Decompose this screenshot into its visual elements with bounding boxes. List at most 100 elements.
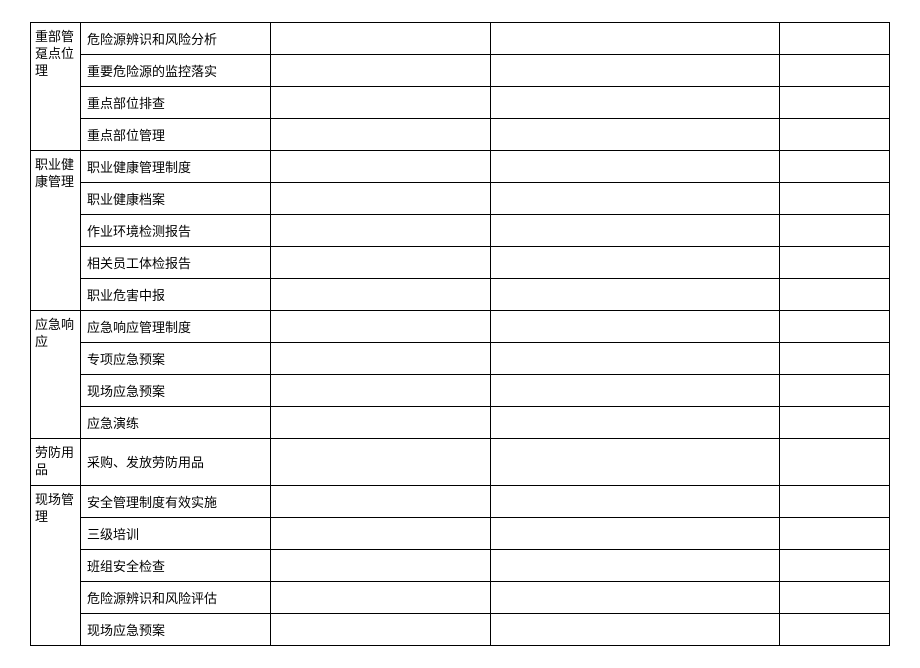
empty-cell (491, 439, 780, 486)
table-row: 重部管趸点位理危险源辨识和风险分析 (31, 23, 890, 55)
empty-cell (780, 119, 890, 151)
item-label: 现场应急预案 (81, 375, 271, 407)
empty-cell (780, 151, 890, 183)
empty-cell (780, 439, 890, 486)
empty-cell (271, 343, 491, 375)
empty-cell (271, 23, 491, 55)
table-row: 职业健康档案 (31, 183, 890, 215)
empty-cell (271, 581, 491, 613)
table-row: 作业环境检测报告 (31, 215, 890, 247)
empty-cell (491, 87, 780, 119)
empty-cell (491, 517, 780, 549)
table-row: 职业危害中报 (31, 279, 890, 311)
item-label: 重要危险源的监控落实 (81, 55, 271, 87)
empty-cell (271, 247, 491, 279)
item-label: 重点部位管理 (81, 119, 271, 151)
empty-cell (491, 613, 780, 645)
empty-cell (491, 407, 780, 439)
empty-cell (491, 279, 780, 311)
empty-cell (271, 215, 491, 247)
item-label: 现场应急预案 (81, 613, 271, 645)
assessment-table: 重部管趸点位理危险源辨识和风险分析重要危险源的监控落实重点部位排查重点部位管理职… (30, 22, 890, 646)
empty-cell (780, 55, 890, 87)
empty-cell (491, 581, 780, 613)
empty-cell (780, 215, 890, 247)
empty-cell (780, 87, 890, 119)
empty-cell (271, 151, 491, 183)
empty-cell (780, 183, 890, 215)
item-label: 三级培训 (81, 517, 271, 549)
empty-cell (780, 23, 890, 55)
empty-cell (780, 485, 890, 517)
empty-cell (271, 407, 491, 439)
empty-cell (271, 517, 491, 549)
item-label: 职业健康管理制度 (81, 151, 271, 183)
empty-cell (491, 55, 780, 87)
empty-cell (491, 247, 780, 279)
table-row: 重点部位管理 (31, 119, 890, 151)
empty-cell (271, 485, 491, 517)
table-row: 劳防用品采购、发放劳防用品 (31, 439, 890, 486)
group-label: 劳防用品 (31, 439, 81, 486)
item-label: 应急演练 (81, 407, 271, 439)
table-row: 应急演练 (31, 407, 890, 439)
empty-cell (780, 247, 890, 279)
item-label: 采购、发放劳防用品 (81, 439, 271, 486)
empty-cell (491, 215, 780, 247)
item-label: 班组安全检查 (81, 549, 271, 581)
empty-cell (780, 407, 890, 439)
table-row: 应急响应应急响应管理制度 (31, 311, 890, 343)
item-label: 危险源辨识和风险评估 (81, 581, 271, 613)
empty-cell (491, 311, 780, 343)
table-row: 三级培训 (31, 517, 890, 549)
item-label: 危险源辨识和风险分析 (81, 23, 271, 55)
empty-cell (780, 613, 890, 645)
empty-cell (271, 549, 491, 581)
item-label: 应急响应管理制度 (81, 311, 271, 343)
empty-cell (271, 55, 491, 87)
item-label: 重点部位排查 (81, 87, 271, 119)
table-row: 重点部位排查 (31, 87, 890, 119)
empty-cell (780, 581, 890, 613)
group-label: 重部管趸点位理 (31, 23, 81, 151)
empty-cell (491, 343, 780, 375)
empty-cell (491, 375, 780, 407)
empty-cell (271, 87, 491, 119)
empty-cell (271, 183, 491, 215)
empty-cell (780, 343, 890, 375)
table-row: 现场应急预案 (31, 613, 890, 645)
empty-cell (780, 549, 890, 581)
empty-cell (271, 119, 491, 151)
empty-cell (780, 311, 890, 343)
empty-cell (780, 517, 890, 549)
item-label: 安全管理制度有效实施 (81, 485, 271, 517)
table-row: 班组安全检查 (31, 549, 890, 581)
table-row: 现场应急预案 (31, 375, 890, 407)
empty-cell (271, 439, 491, 486)
empty-cell (271, 375, 491, 407)
empty-cell (780, 375, 890, 407)
empty-cell (271, 311, 491, 343)
empty-cell (491, 485, 780, 517)
table-row: 职业健康管理职业健康管理制度 (31, 151, 890, 183)
empty-cell (491, 151, 780, 183)
empty-cell (491, 183, 780, 215)
empty-cell (491, 119, 780, 151)
empty-cell (271, 279, 491, 311)
group-label: 应急响应 (31, 311, 81, 439)
item-label: 专项应急预案 (81, 343, 271, 375)
group-label: 职业健康管理 (31, 151, 81, 311)
item-label: 相关员工体检报告 (81, 247, 271, 279)
empty-cell (780, 279, 890, 311)
table-row: 现场管理安全管理制度有效实施 (31, 485, 890, 517)
group-label: 现场管理 (31, 485, 81, 645)
table-row: 专项应急预案 (31, 343, 890, 375)
empty-cell (491, 549, 780, 581)
item-label: 职业危害中报 (81, 279, 271, 311)
table-row: 相关员工体检报告 (31, 247, 890, 279)
empty-cell (271, 613, 491, 645)
item-label: 职业健康档案 (81, 183, 271, 215)
table-row: 危险源辨识和风险评估 (31, 581, 890, 613)
item-label: 作业环境检测报告 (81, 215, 271, 247)
table-row: 重要危险源的监控落实 (31, 55, 890, 87)
